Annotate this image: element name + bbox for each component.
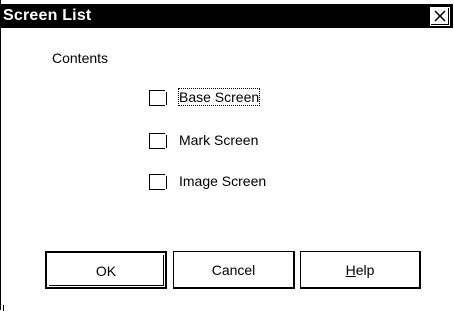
help-label-rest: elp	[355, 262, 375, 278]
checkbox-label-image-screen[interactable]: Image Screen	[179, 173, 266, 189]
screen-list-dialog: Screen List Contents Base Screen Mark Sc…	[0, 0, 453, 311]
close-button[interactable]	[430, 7, 450, 26]
help-button-label: Help	[301, 262, 419, 278]
checkbox-label-mark-screen[interactable]: Mark Screen	[179, 132, 258, 148]
checkbox-label-base-screen[interactable]: Base Screen	[177, 88, 261, 106]
help-button[interactable]: Help	[300, 251, 421, 289]
cancel-button[interactable]: Cancel	[173, 251, 295, 289]
cancel-button-label: Cancel	[211, 262, 256, 278]
title-bar[interactable]: Screen List	[1, 4, 453, 28]
checkbox-box[interactable]	[149, 174, 167, 190]
help-mnemonic: H	[345, 262, 356, 278]
checkbox-box[interactable]	[149, 133, 167, 149]
window-edge-mark	[3, 305, 4, 311]
close-icon	[434, 10, 446, 22]
checkbox-box[interactable]	[149, 90, 167, 106]
ok-button-label: OK	[95, 263, 117, 279]
contents-label: Contents	[52, 50, 109, 66]
window-title: Screen List	[3, 7, 92, 24]
ok-button[interactable]: OK	[45, 251, 167, 289]
